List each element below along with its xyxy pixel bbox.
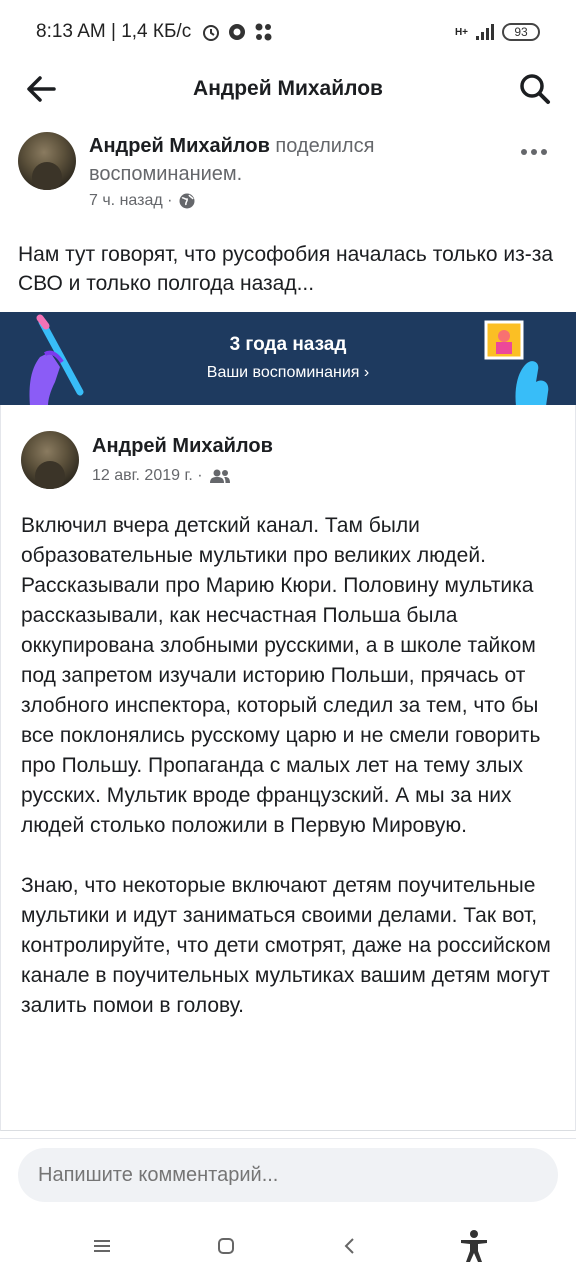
status-bar: 8:13 AM | 1,4 КБ/с H+ 93 xyxy=(0,0,576,64)
memory-title: 3 года назад xyxy=(229,334,347,355)
status-time-speed: 8:13 AM | 1,4 КБ/с xyxy=(36,21,192,42)
shared-post-card[interactable]: Андрей Михайлов 12 авг. 2019 г. · Включи… xyxy=(0,405,576,1131)
status-left: 8:13 AM | 1,4 КБ/с xyxy=(36,21,275,43)
share-post-header: Андрей Михайлов поделился воспоминанием.… xyxy=(18,130,558,225)
memory-banner[interactable]: 3 года назад Ваши воспоминания › xyxy=(0,312,576,406)
menu-icon xyxy=(94,1240,110,1252)
home-square-icon xyxy=(218,1238,234,1254)
share-post-text: Нам тут говорят, что русофобия началась … xyxy=(18,243,554,295)
original-post-paragraph: Включил вчера детский канал. Там были об… xyxy=(21,514,541,837)
avatar[interactable] xyxy=(21,431,79,489)
dots-icon xyxy=(255,23,272,41)
back-button[interactable] xyxy=(22,70,60,108)
share-post-meta: 7 ч. назад · xyxy=(89,192,196,210)
share-post-time[interactable]: 7 ч. назад · xyxy=(89,192,172,210)
original-post-text: Включил вчера детский канал. Там были об… xyxy=(21,511,561,1021)
accessibility-icon xyxy=(461,1230,487,1262)
status-right: H+ 93 xyxy=(455,23,540,41)
chrome-icon xyxy=(229,24,246,40)
app-header: Андрей Михайлов xyxy=(0,64,576,114)
comment-bar xyxy=(0,1138,576,1210)
share-author-name[interactable]: Андрей Михайлов xyxy=(89,135,270,157)
original-post-author[interactable]: Андрей Михайлов xyxy=(92,435,273,458)
original-post-header: Андрей Михайлов 12 авг. 2019 г. · xyxy=(21,431,551,491)
battery-icon: 93 xyxy=(502,23,540,41)
status-icons xyxy=(201,22,275,42)
hand-pencil-illustration xyxy=(29,314,84,406)
comment-input[interactable] xyxy=(18,1148,558,1202)
back-nav-button[interactable] xyxy=(327,1223,373,1269)
system-nav-bar xyxy=(0,1212,576,1280)
recent-apps-button[interactable] xyxy=(79,1223,125,1269)
original-post-paragraph: Знаю, что некоторые включают детям поучи… xyxy=(21,874,551,1017)
search-icon xyxy=(520,74,550,104)
signal-icon xyxy=(476,24,494,40)
your-memories-link[interactable]: Ваши воспоминания › xyxy=(0,364,576,382)
more-options-button[interactable] xyxy=(520,136,548,162)
original-post-date[interactable]: 12 авг. 2019 г. · xyxy=(92,467,203,485)
more-dots-icon xyxy=(521,149,547,155)
avatar[interactable] xyxy=(18,132,76,190)
globe-icon xyxy=(179,193,195,209)
arrow-left-icon xyxy=(27,76,56,102)
hand-photo-illustration xyxy=(484,320,549,406)
accessibility-button[interactable] xyxy=(451,1223,497,1269)
page: 8:13 AM | 1,4 КБ/с H+ 93 Андрей Михайлов… xyxy=(0,0,576,1280)
share-headline: Андрей Михайлов поделился воспоминанием. xyxy=(89,132,489,188)
search-button[interactable] xyxy=(516,70,554,108)
friends-icon xyxy=(209,469,230,483)
alarm-icon xyxy=(203,25,220,41)
page-title: Андрей Михайлов xyxy=(193,77,383,100)
original-post-meta: 12 авг. 2019 г. · xyxy=(92,467,231,485)
back-chevron-icon xyxy=(344,1238,354,1254)
network-type: H+ xyxy=(454,26,468,38)
home-button[interactable] xyxy=(203,1223,249,1269)
